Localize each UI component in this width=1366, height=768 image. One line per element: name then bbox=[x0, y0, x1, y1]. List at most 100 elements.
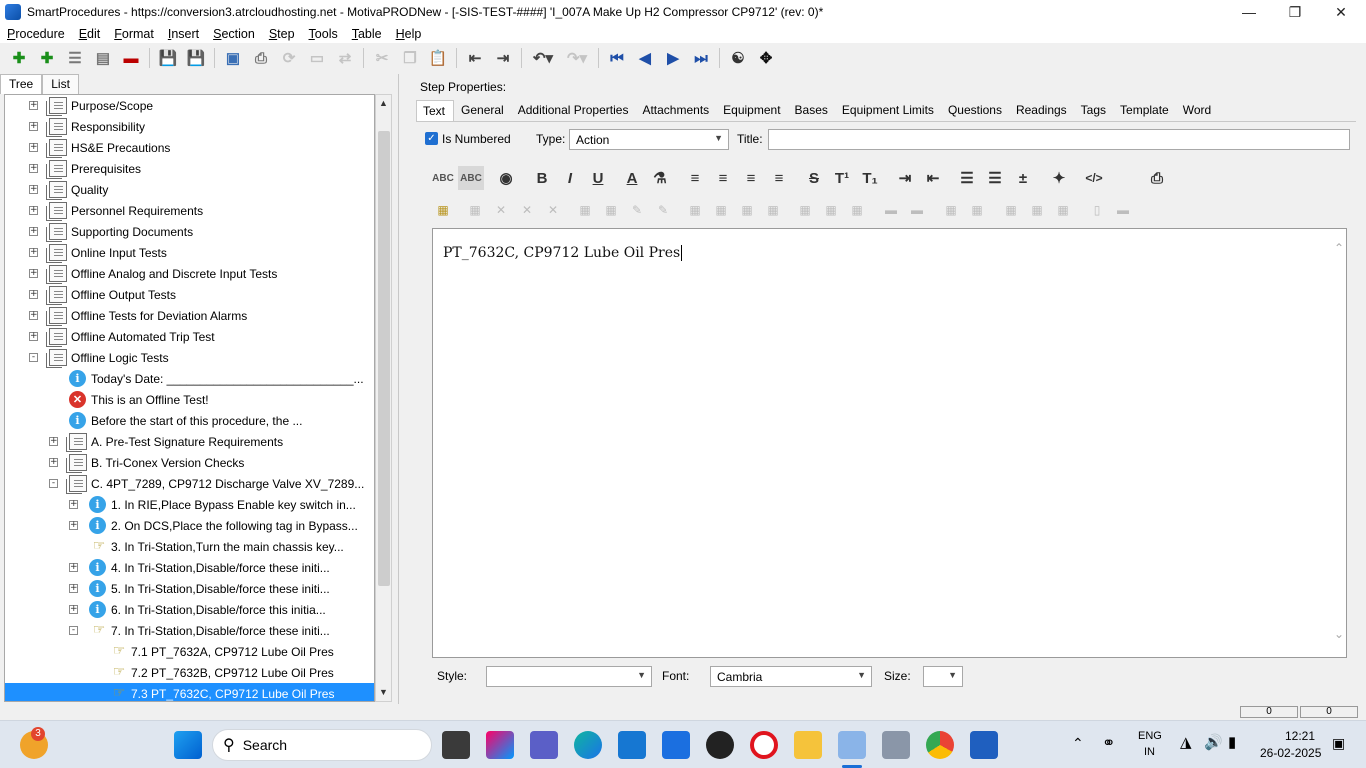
html-source-icon[interactable]: </> bbox=[1081, 166, 1107, 190]
menu-help[interactable]: Help bbox=[389, 27, 429, 41]
last-icon[interactable]: ⏭ bbox=[687, 45, 715, 71]
table-tool-icon[interactable]: ▦ bbox=[710, 201, 732, 219]
justify-icon[interactable]: ≡ bbox=[766, 166, 792, 190]
is-numbered-checkbox[interactable]: ✓ bbox=[425, 132, 438, 145]
subscript-icon[interactable]: T₁ bbox=[857, 166, 883, 190]
table-tool-icon[interactable]: ▦ bbox=[1052, 201, 1074, 219]
tree-node[interactable]: + Responsibility bbox=[5, 116, 374, 137]
save-all-icon[interactable]: 💾 bbox=[154, 45, 182, 71]
teams-icon[interactable] bbox=[530, 731, 558, 759]
tree-node[interactable]: + i 6. In Tri-Station,Disable/force this i… bbox=[5, 599, 374, 620]
tab-text[interactable]: Text bbox=[416, 99, 455, 121]
tree-node[interactable]: ✕ This is an Offline Test! bbox=[5, 389, 374, 410]
wifi-icon[interactable]: ◮ bbox=[1180, 733, 1192, 751]
taskbar-search[interactable]: ⚲ Search bbox=[212, 729, 432, 761]
expand-icon[interactable]: + bbox=[69, 500, 78, 509]
print-icon[interactable]: ⎙ bbox=[247, 45, 275, 71]
tab-additional-properties[interactable]: Additional Properties bbox=[511, 103, 636, 117]
expand-icon[interactable]: + bbox=[29, 185, 38, 194]
add-child-icon[interactable]: ✚ bbox=[33, 45, 61, 71]
copy-icon[interactable]: ❐ bbox=[396, 45, 424, 71]
tree-node[interactable]: + Offline Automated Trip Test bbox=[5, 326, 374, 347]
bold-icon[interactable]: B bbox=[529, 166, 555, 190]
tree-node[interactable]: - Offline Logic Tests bbox=[5, 347, 374, 368]
table-tool-icon[interactable]: ▯ bbox=[1086, 201, 1108, 219]
numbered-list-icon[interactable]: ☰ bbox=[982, 166, 1008, 190]
table-tool-icon[interactable]: ▦ bbox=[1000, 201, 1022, 219]
tab-template[interactable]: Template bbox=[1113, 103, 1176, 117]
save-icon[interactable]: 💾 bbox=[182, 45, 210, 71]
start-icon[interactable] bbox=[174, 731, 202, 759]
tree-node[interactable]: + Quality bbox=[5, 179, 374, 200]
editor-scroll-up-icon[interactable]: ⌃ bbox=[1334, 241, 1344, 255]
expand-icon[interactable]: + bbox=[29, 164, 38, 173]
tree-node[interactable]: + i 5. In Tri-Station,Disable/force these … bbox=[5, 578, 374, 599]
first-icon[interactable]: ⏮ bbox=[603, 45, 631, 71]
menu-edit[interactable]: Edit bbox=[72, 27, 108, 41]
restore-button[interactable]: ❐ bbox=[1272, 0, 1318, 24]
align-right-icon[interactable]: ≡ bbox=[738, 166, 764, 190]
smartprocedures-icon[interactable] bbox=[838, 731, 866, 759]
delete-icon[interactable]: ▬ bbox=[117, 45, 145, 71]
insert-rule-icon[interactable]: ± bbox=[1010, 166, 1036, 190]
tree-node[interactable]: - ☞ 7. In Tri-Station,Disable/force these … bbox=[5, 620, 374, 641]
table-tool-icon[interactable]: ▦ bbox=[736, 201, 758, 219]
table-tool-icon[interactable]: ✎ bbox=[652, 201, 674, 219]
tab-word[interactable]: Word bbox=[1176, 103, 1218, 117]
table-tool-icon[interactable]: ▦ bbox=[574, 201, 596, 219]
table-tool-icon[interactable]: ▦ bbox=[846, 201, 868, 219]
expand-icon[interactable]: + bbox=[29, 290, 38, 299]
table-tool-icon[interactable]: ▦ bbox=[464, 201, 486, 219]
tree-scrollbar[interactable]: ▲ ▼ bbox=[375, 94, 392, 702]
tree-node[interactable]: + Supporting Documents bbox=[5, 221, 374, 242]
align-left-icon[interactable]: ≡ bbox=[682, 166, 708, 190]
scrollbar-thumb[interactable] bbox=[378, 131, 390, 586]
spellcheck-auto-icon[interactable]: ABC bbox=[458, 166, 484, 190]
move-icon[interactable]: ✥ bbox=[752, 45, 780, 71]
tree-node[interactable]: i Before the start of this procedure, the… bbox=[5, 410, 374, 431]
editor-scroll-down-icon[interactable]: ⌄ bbox=[1334, 627, 1344, 641]
color-circle-icon[interactable]: ◉ bbox=[493, 166, 519, 190]
expand-icon[interactable]: + bbox=[29, 101, 38, 110]
menu-insert[interactable]: Insert bbox=[161, 27, 206, 41]
tab-equipment[interactable]: Equipment bbox=[716, 103, 787, 117]
table-tool-icon[interactable]: ✕ bbox=[542, 201, 564, 219]
tab-equipment-limits[interactable]: Equipment Limits bbox=[835, 103, 941, 117]
table-tool-icon[interactable]: ▬ bbox=[1112, 201, 1134, 219]
expand-icon[interactable]: + bbox=[29, 227, 38, 236]
battery-icon[interactable]: ▮ bbox=[1228, 733, 1236, 751]
tab-tags[interactable]: Tags bbox=[1074, 103, 1113, 117]
expand-icon[interactable]: + bbox=[29, 269, 38, 278]
outdent-icon[interactable]: ⇤ bbox=[461, 45, 489, 71]
tree-node[interactable]: + B. Tri-Conex Version Checks bbox=[5, 452, 374, 473]
table-tool-icon[interactable]: ✕ bbox=[516, 201, 538, 219]
bullet-list-icon[interactable]: ☰ bbox=[954, 166, 980, 190]
menu-format[interactable]: Format bbox=[107, 27, 161, 41]
tree-node[interactable]: ☞ 3. In Tri-Station,Turn the main chassis… bbox=[5, 536, 374, 557]
title-input[interactable] bbox=[768, 129, 1350, 150]
close-button[interactable]: ✕ bbox=[1318, 0, 1364, 24]
tab-general[interactable]: General bbox=[454, 103, 511, 117]
collapse-icon[interactable]: - bbox=[29, 353, 38, 362]
table-tool-icon[interactable]: ✎ bbox=[626, 201, 648, 219]
scroll-up-icon[interactable]: ▲ bbox=[379, 98, 388, 108]
italic-icon[interactable]: I bbox=[557, 166, 583, 190]
splitter[interactable] bbox=[398, 74, 406, 704]
folder-icon[interactable] bbox=[794, 731, 822, 759]
expand-icon[interactable]: + bbox=[29, 143, 38, 152]
tree-node[interactable]: + A. Pre-Test Signature Requirements bbox=[5, 431, 374, 452]
menu-section[interactable]: Section bbox=[206, 27, 262, 41]
expand-icon[interactable]: + bbox=[49, 437, 58, 446]
word-icon[interactable] bbox=[970, 731, 998, 759]
insert-table-icon[interactable]: ▦ bbox=[432, 201, 454, 219]
tree-node[interactable]: + Online Input Tests bbox=[5, 242, 374, 263]
table-tool-icon[interactable]: ▦ bbox=[1026, 201, 1048, 219]
indent-icon[interactable]: ⇥ bbox=[489, 45, 517, 71]
chevron-up-icon[interactable]: ⌃ bbox=[1072, 735, 1084, 752]
print-preview-icon[interactable]: ⎙ bbox=[1144, 166, 1170, 190]
expand-icon[interactable]: + bbox=[69, 605, 78, 614]
increase-indent-icon[interactable]: ⇥ bbox=[892, 166, 918, 190]
strikethrough-icon[interactable]: S bbox=[801, 166, 827, 190]
tab-bases[interactable]: Bases bbox=[788, 103, 835, 117]
expand-icon[interactable]: + bbox=[29, 206, 38, 215]
